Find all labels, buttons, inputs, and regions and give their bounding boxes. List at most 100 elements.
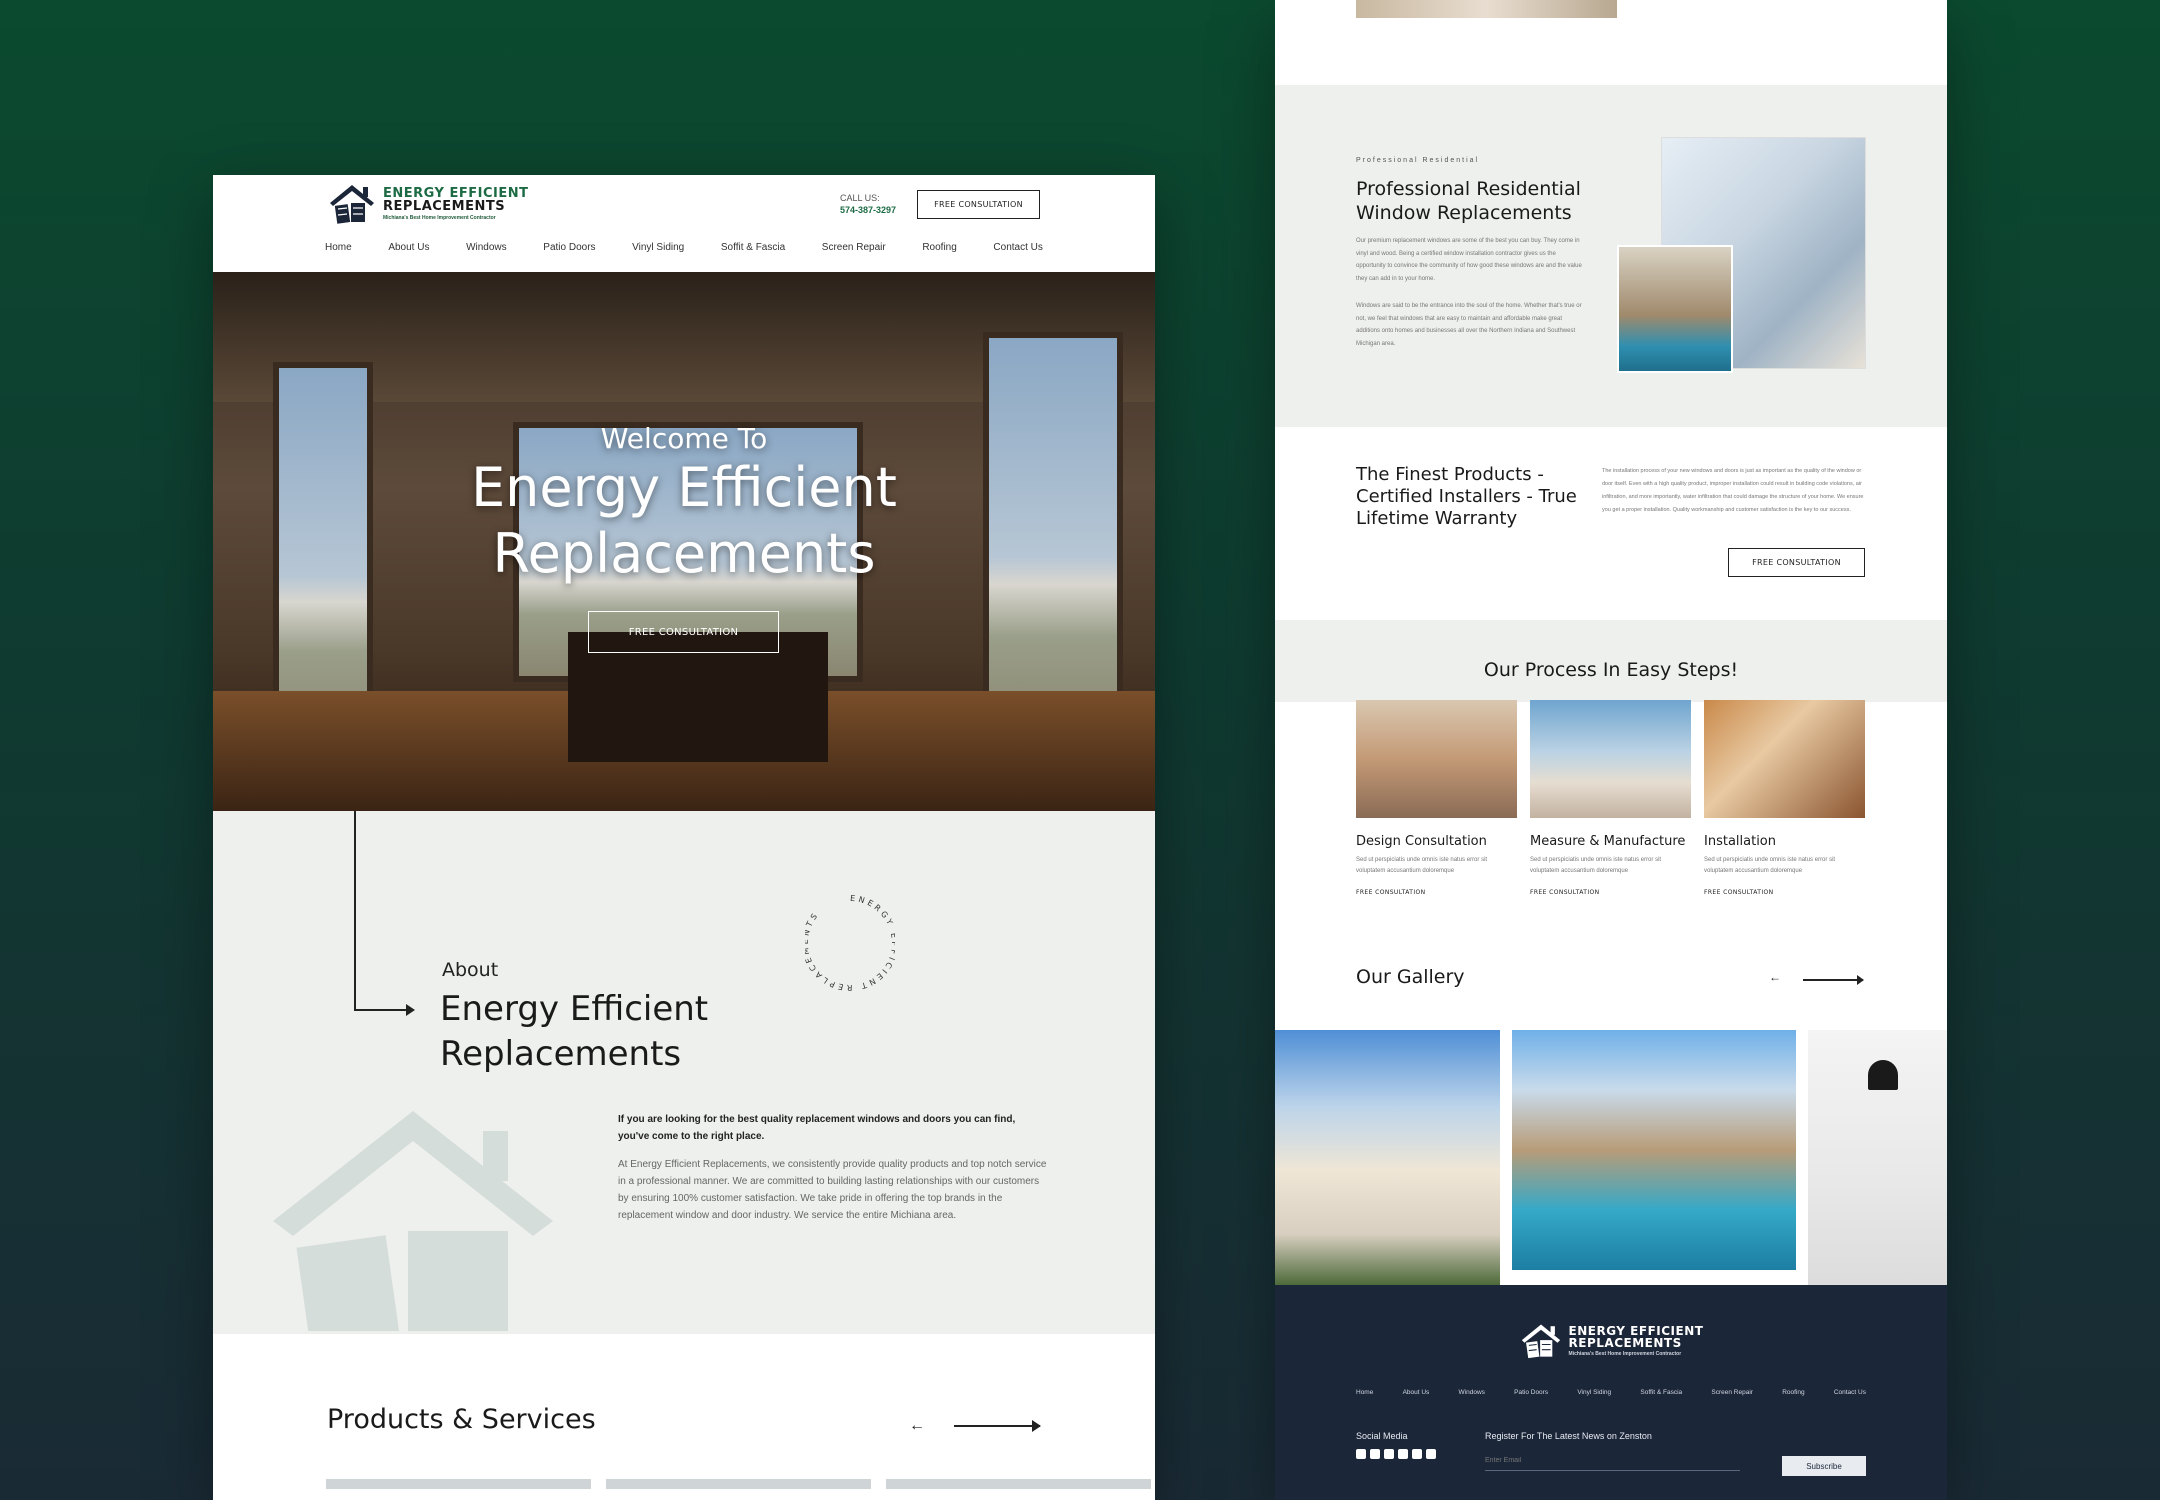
footer-house-logo-icon	[1521, 1324, 1560, 1359]
step-consultation-link[interactable]: FREE CONSULTATION	[1356, 889, 1426, 896]
gallery-image[interactable]	[1808, 1030, 1947, 1285]
footer-logo-tagline: Michiana's Best Home Improvement Contrac…	[1568, 1351, 1682, 1357]
footer-nav-screen-repair[interactable]: Screen Repair	[1711, 1389, 1753, 1396]
step-title: Installation	[1704, 834, 1777, 849]
gallery-next-arrow-icon[interactable]	[1803, 975, 1864, 985]
nav-home[interactable]: Home	[325, 242, 352, 253]
about-body: At Energy Efficient Replacements, we con…	[618, 1159, 1047, 1221]
step-description: Sed ut perspiciatis unde omnis iste natu…	[1356, 857, 1488, 874]
residential-p2: Windows are said to be the entrance into…	[1356, 303, 1582, 347]
call-label: CALL US:	[840, 193, 880, 203]
nav-about[interactable]: About Us	[388, 242, 429, 253]
about-line-vertical	[354, 811, 356, 1011]
main-nav: Home About Us Windows Patio Doors Vinyl …	[325, 242, 1043, 253]
about-lead: If you are looking for the best quality …	[618, 1114, 1016, 1142]
badge-text: ENERGY EFFICIENT REPLACEMENTS	[805, 894, 895, 992]
site-footer: ENERGY EFFICIENT REPLACEMENTS Michiana's…	[1275, 1285, 1947, 1500]
nav-windows[interactable]: Windows	[466, 242, 507, 253]
product-card[interactable]	[606, 1479, 871, 1489]
footer-logo[interactable]: ENERGY EFFICIENT REPLACEMENTS Michiana's…	[1275, 1321, 1947, 1361]
homepage-preview: ENERGY EFFICIENT REPLACEMENTS Michiana's…	[213, 175, 1155, 1500]
process-section: Our Process In Easy Steps! Design Consul…	[1275, 620, 1947, 940]
phone-link[interactable]: 574-387-3297	[840, 204, 896, 216]
site-logo[interactable]: ENERGY EFFICIENT REPLACEMENTS Michiana's…	[327, 181, 528, 227]
hero-section: Welcome To Energy Efficient Replacements…	[213, 272, 1155, 811]
footer-nav: Home About Us Windows Patio Doors Vinyl …	[1356, 1389, 1866, 1396]
youtube-icon[interactable]	[1384, 1449, 1394, 1459]
nav-screen-repair[interactable]: Screen Repair	[822, 242, 886, 253]
step-title: Measure & Manufacture	[1530, 834, 1686, 849]
twitter-icon[interactable]	[1370, 1449, 1380, 1459]
logo-tagline: Michiana's Best Home Improvement Contrac…	[383, 215, 496, 221]
footer-nav-roofing[interactable]: Roofing	[1782, 1389, 1804, 1396]
social-label: Social Media	[1356, 1431, 1408, 1441]
gallery-image[interactable]	[1512, 1030, 1796, 1270]
linkedin-icon[interactable]	[1426, 1449, 1436, 1459]
process-heading: Our Process In Easy Steps!	[1483, 659, 1739, 681]
header-consultation-button[interactable]: FREE CONSULTATION	[917, 190, 1040, 219]
residential-eyebrow: Professional Residential	[1356, 157, 1480, 164]
social-icons	[1356, 1449, 1440, 1459]
footer-nav-vinyl-siding[interactable]: Vinyl Siding	[1577, 1389, 1611, 1396]
facebook-icon[interactable]	[1356, 1449, 1366, 1459]
watermark-house-icon	[273, 1111, 553, 1331]
footer-logo-line2: REPLACEMENTS	[1568, 1336, 1682, 1350]
newsletter-label: Register For The Latest News on Zenston	[1485, 1431, 1652, 1441]
gallery-image[interactable]	[1275, 1030, 1500, 1285]
site-header: ENERGY EFFICIENT REPLACEMENTS Michiana's…	[213, 175, 1155, 272]
nav-roofing[interactable]: Roofing	[922, 242, 956, 253]
finest-section: The Finest Products - Certified Installe…	[1275, 427, 1947, 620]
products-prev-arrow-icon[interactable]: ←	[909, 1417, 925, 1435]
top-strip	[1275, 0, 1947, 85]
about-section: About Energy Efficient Replacements ENER…	[213, 811, 1155, 1334]
gallery-heading: Our Gallery	[1356, 966, 1465, 988]
step-consultation-link[interactable]: FREE CONSULTATION	[1530, 889, 1600, 896]
gallery-section: Our Gallery ←	[1275, 940, 1947, 1285]
residential-heading: Professional Residential Window Replacem…	[1356, 178, 1581, 224]
svg-text:ENERGY EFFICIENT REPLACEMENTS: ENERGY EFFICIENT REPLACEMENTS	[805, 894, 895, 992]
finest-heading: The Finest Products - Certified Installe…	[1356, 464, 1577, 529]
about-arrow-icon	[406, 1004, 415, 1016]
nav-contact[interactable]: Contact Us	[993, 242, 1042, 253]
footer-nav-contact[interactable]: Contact Us	[1834, 1389, 1866, 1396]
step-title: Design Consultation	[1356, 834, 1487, 849]
step-consultation-link[interactable]: FREE CONSULTATION	[1704, 889, 1774, 896]
footer-nav-about[interactable]: About Us	[1403, 1389, 1430, 1396]
hero-consultation-button[interactable]: FREE CONSULTATION	[588, 611, 779, 653]
pinterest-icon[interactable]	[1412, 1449, 1422, 1459]
about-pretitle: About	[442, 959, 499, 981]
nav-patio-doors[interactable]: Patio Doors	[543, 242, 595, 253]
product-card[interactable]	[326, 1479, 591, 1489]
hero-title-line1: Energy Efficient	[471, 456, 897, 519]
about-heading: Energy Efficient Replacements	[440, 989, 709, 1074]
subscribe-button[interactable]: Subscribe	[1782, 1456, 1866, 1476]
nav-soffit[interactable]: Soffit & Fascia	[721, 242, 785, 253]
top-image	[1356, 0, 1617, 18]
process-steps: Design Consultation Measure & Manufactur…	[1275, 700, 1947, 940]
step-description: Sed ut perspiciatis unde omnis iste natu…	[1704, 857, 1836, 874]
inner-page-preview: Professional Residential Professional Re…	[1275, 0, 1947, 1500]
residential-image-front	[1617, 245, 1733, 373]
about-line-horizontal	[354, 1009, 412, 1011]
product-card[interactable]	[886, 1479, 1151, 1489]
residential-section: Professional Residential Professional Re…	[1275, 85, 1947, 427]
hero-pretitle: Welcome To	[600, 422, 768, 455]
products-heading: Products & Services	[327, 1404, 596, 1435]
footer-nav-home[interactable]: Home	[1356, 1389, 1373, 1396]
footer-nav-patio-doors[interactable]: Patio Doors	[1514, 1389, 1548, 1396]
pendant-lamp-icon	[1868, 1060, 1898, 1090]
hero-title-line2: Replacements	[492, 522, 876, 585]
footer-nav-soffit[interactable]: Soffit & Fascia	[1640, 1389, 1682, 1396]
step-image-installation	[1704, 700, 1865, 818]
footer-nav-windows[interactable]: Windows	[1459, 1389, 1485, 1396]
house-logo-icon	[330, 185, 374, 224]
products-carousel	[326, 1479, 1151, 1489]
products-next-arrow-icon[interactable]	[954, 1420, 1041, 1432]
step-description: Sed ut perspiciatis unde omnis iste natu…	[1530, 857, 1662, 874]
finest-consultation-button[interactable]: FREE CONSULTATION	[1728, 548, 1865, 577]
gallery-prev-arrow-icon[interactable]: ←	[1769, 970, 1781, 984]
logo-line2: REPLACEMENTS	[383, 199, 506, 214]
newsletter-email-input[interactable]	[1485, 1451, 1740, 1471]
nav-vinyl-siding[interactable]: Vinyl Siding	[632, 242, 684, 253]
instagram-icon[interactable]	[1398, 1449, 1408, 1459]
